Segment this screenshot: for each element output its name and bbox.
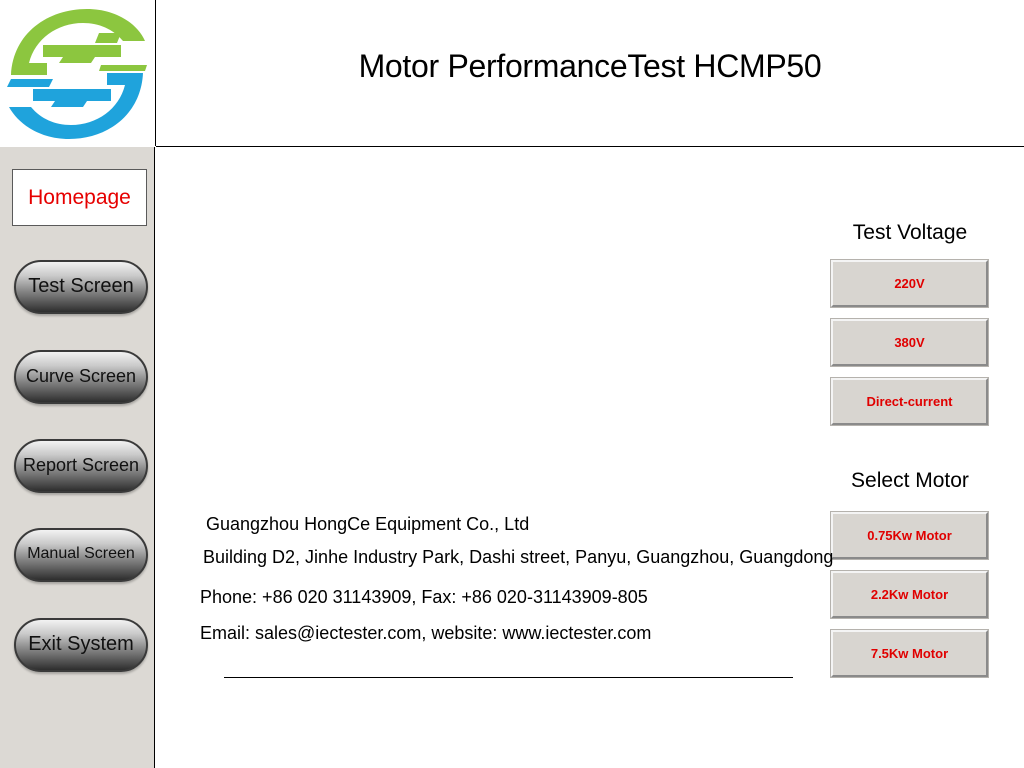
exit-system-button[interactable]: Exit System — [14, 618, 148, 672]
sidebar: Homepage Test Screen Curve Screen Report… — [0, 147, 155, 768]
test-screen-button[interactable]: Test Screen — [14, 260, 148, 314]
exit-system-label: Exit System — [28, 632, 134, 655]
test-voltage-label: Test Voltage — [852, 221, 968, 244]
motor-75kw-button[interactable]: 7.5Kw Motor — [830, 629, 989, 678]
voltage-220v-button[interactable]: 220V — [830, 259, 989, 308]
test-screen-label: Test Screen — [28, 274, 134, 297]
company-email: Email: sales@iectester.com, website: www… — [200, 623, 652, 643]
manual-screen-label: Manual Screen — [27, 545, 135, 562]
divider-line — [224, 677, 793, 678]
report-screen-button[interactable]: Report Screen — [14, 439, 148, 493]
hongce-logo-icon — [7, 9, 147, 139]
curve-screen-button[interactable]: Curve Screen — [14, 350, 148, 404]
company-phone: Phone: +86 020 31143909, Fax: +86 020-31… — [200, 587, 648, 607]
manual-screen-button[interactable]: Manual Screen — [14, 528, 148, 582]
voltage-380v-button[interactable]: 380V — [830, 318, 989, 367]
homepage-button[interactable]: Homepage — [12, 169, 147, 226]
company-name: Guangzhou HongCe Equipment Co., Ltd — [206, 514, 530, 534]
option-panel: Test Voltage 220V 380V Direct-current Se… — [830, 0, 990, 768]
report-screen-label: Report Screen — [22, 454, 140, 475]
company-address: Building D2, Jinhe Industry Park, Dashi … — [203, 547, 834, 567]
curve-screen-label: Curve Screen — [25, 365, 137, 386]
voltage-dc-button[interactable]: Direct-current — [830, 377, 989, 426]
select-motor-label: Select Motor — [851, 469, 969, 492]
motor-075kw-button[interactable]: 0.75Kw Motor — [830, 511, 989, 560]
motor-22kw-button[interactable]: 2.2Kw Motor — [830, 570, 989, 619]
logo-panel — [0, 0, 156, 146]
